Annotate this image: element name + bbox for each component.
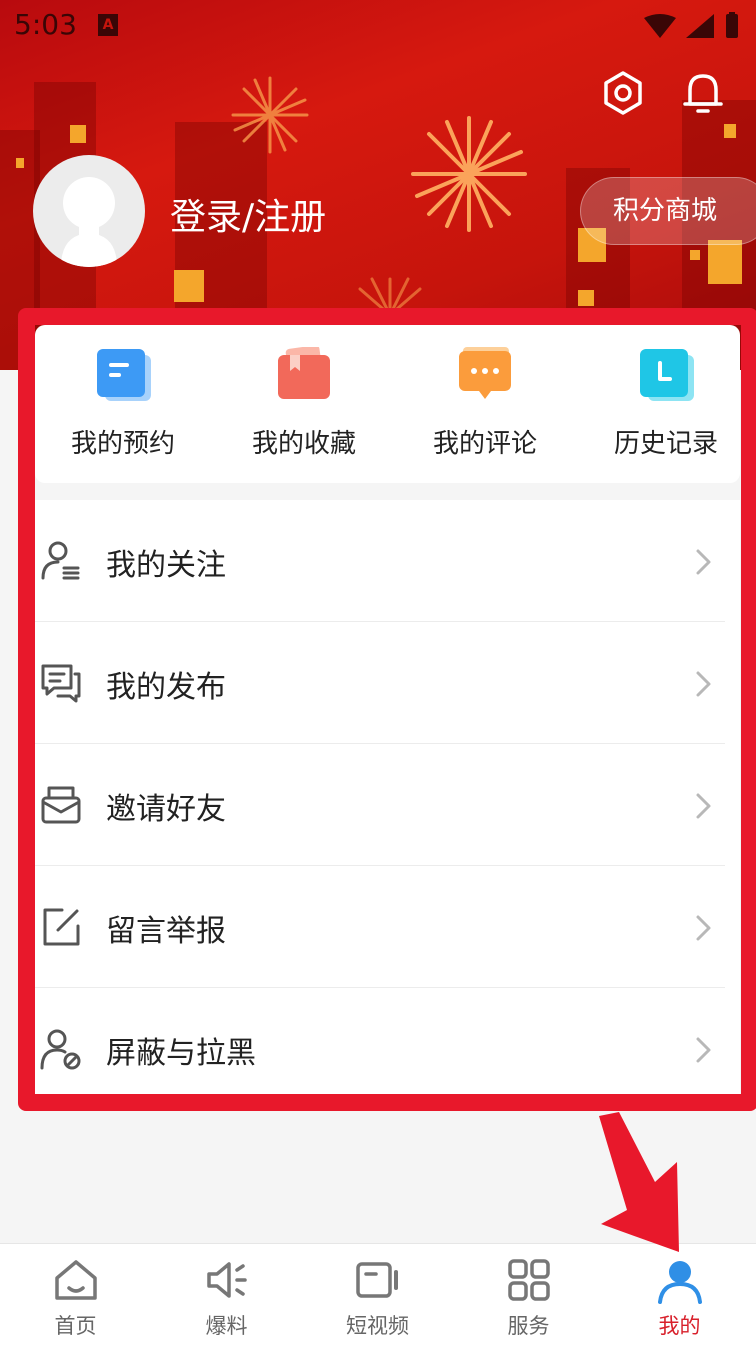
app-notification-icon: A — [98, 14, 118, 36]
home-icon — [55, 1260, 97, 1300]
chevron-right-icon — [696, 915, 711, 941]
settings-icon[interactable] — [600, 70, 646, 116]
login-register-link[interactable]: 登录/注册 — [170, 188, 326, 240]
menu-item-label: 留言举报 — [106, 914, 226, 949]
signal-icon — [686, 14, 714, 38]
bottom-nav: 首页 爆料 短视频 服务 我的 — [0, 1243, 756, 1345]
calendar-card-icon — [97, 349, 151, 401]
quick-item-history[interactable]: 历史记录 — [578, 325, 754, 483]
grid-icon — [508, 1259, 550, 1301]
edit-square-icon — [43, 908, 80, 946]
nav-item-tips[interactable]: 爆料 — [151, 1244, 302, 1345]
quick-item-reservations[interactable]: 我的预约 — [35, 325, 211, 483]
user-block-icon — [40, 1029, 81, 1070]
window-decoration — [690, 250, 700, 260]
speaker-icon — [207, 1262, 247, 1298]
nav-item-services[interactable]: 服务 — [453, 1244, 604, 1345]
bell-icon[interactable] — [680, 70, 726, 116]
nav-item-label: 首页 — [54, 1314, 97, 1338]
nav-item-label: 我的 — [658, 1314, 701, 1338]
avatar[interactable] — [33, 155, 145, 267]
arrow-annotation — [599, 1112, 679, 1252]
window-decoration — [16, 158, 24, 168]
nav-item-home[interactable]: 首页 — [0, 1244, 151, 1345]
quick-item-label: 我的评论 — [432, 429, 537, 459]
quick-item-comments[interactable]: 我的评论 — [397, 325, 573, 483]
chat-bubble-icon — [459, 347, 511, 399]
nav-item-label: 爆料 — [205, 1314, 248, 1338]
user-list-icon — [41, 541, 80, 580]
quick-item-label: 历史记录 — [613, 429, 718, 459]
window-decoration — [578, 290, 594, 306]
window-decoration — [724, 124, 736, 138]
nav-item-mine[interactable]: 我的 — [604, 1244, 755, 1345]
status-time: 5:03 — [14, 8, 77, 41]
menu-item-label: 屏蔽与拉黑 — [106, 1036, 256, 1071]
nav-item-short-video[interactable]: 短视频 — [302, 1244, 453, 1345]
firework-decoration — [411, 116, 527, 232]
menu-list: 我的关注 我的发布 邀请好友 留言举报 屏蔽与拉黑 — [35, 500, 740, 1095]
menu-item-label: 我的关注 — [106, 548, 226, 583]
menu-item-block[interactable]: 屏蔽与拉黑 — [35, 988, 740, 1110]
quick-item-favorites[interactable]: 我的收藏 — [216, 325, 392, 483]
menu-item-posts[interactable]: 我的发布 — [35, 622, 740, 744]
status-icons — [644, 12, 738, 38]
nav-item-label: 服务 — [507, 1314, 550, 1338]
window-decoration — [174, 270, 204, 302]
menu-item-following[interactable]: 我的关注 — [35, 500, 740, 622]
menu-item-label: 邀请好友 — [106, 792, 226, 827]
chat-lines-icon — [41, 664, 81, 703]
chevron-right-icon — [696, 671, 711, 697]
wifi-icon — [644, 14, 676, 38]
nav-item-label: 短视频 — [346, 1314, 409, 1338]
firework-decoration — [358, 277, 422, 315]
quick-item-label: 我的收藏 — [251, 429, 356, 459]
window-decoration — [70, 125, 86, 143]
chevron-right-icon — [696, 793, 711, 819]
chevron-right-icon — [696, 1037, 711, 1063]
window-decoration — [708, 240, 742, 284]
clock-icon — [640, 349, 694, 401]
menu-item-label: 我的发布 — [106, 670, 226, 705]
quick-actions-card: 我的预约 我的收藏 我的评论 历史记录 — [35, 325, 740, 483]
person-icon — [658, 1261, 702, 1304]
video-icon — [356, 1262, 398, 1298]
user-silhouette-icon — [61, 177, 117, 267]
points-mall-button[interactable]: 积分商城 — [580, 177, 756, 245]
firework-decoration — [231, 76, 309, 154]
battery-icon — [726, 14, 738, 38]
quick-item-label: 我的预约 — [70, 429, 175, 459]
status-bar: 5:03 A — [0, 0, 756, 52]
menu-item-report[interactable]: 留言举报 — [35, 866, 740, 988]
envelope-icon — [41, 786, 81, 824]
bookmark-folder-icon — [278, 347, 330, 399]
menu-item-invite-friends[interactable]: 邀请好友 — [35, 744, 740, 866]
chevron-right-icon — [696, 549, 711, 575]
